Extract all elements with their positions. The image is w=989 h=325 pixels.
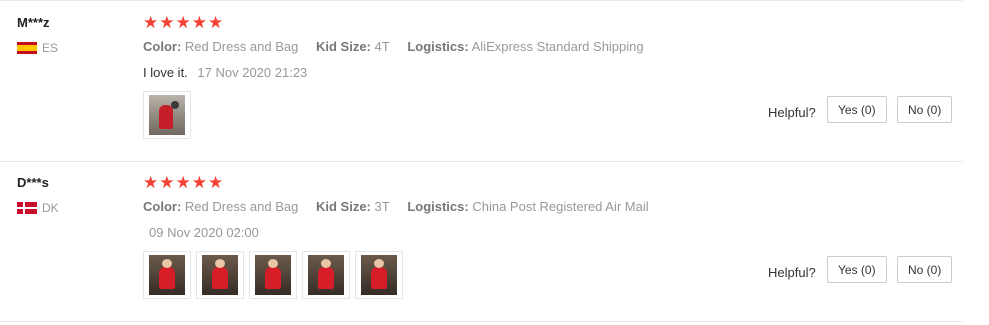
country-code: ES <box>42 41 59 55</box>
helpful-label: Helpful? <box>768 105 816 120</box>
photo-image <box>202 255 238 295</box>
review-comment-line: 09 Nov 2020 02:00 <box>143 225 259 240</box>
color-value: Red Dress and Bag <box>184 199 299 214</box>
color-label: Color: <box>143 39 182 54</box>
reviewer-name: D***s <box>17 175 49 190</box>
photo-image <box>361 255 397 295</box>
country-code: DK <box>42 201 59 215</box>
star-rating: ★★★★★ <box>143 173 225 192</box>
size-value: 3T <box>374 199 390 214</box>
review-item: D***s DK ★★★★★ Color: Red Dress and Bag … <box>0 161 962 322</box>
spain-flag-icon <box>17 42 37 54</box>
helpful-yes-button[interactable]: Yes (0) <box>827 256 887 283</box>
logistics-value: AliExpress Standard Shipping <box>471 39 644 54</box>
order-info: Color: Red Dress and Bag Kid Size: 4T Lo… <box>143 39 644 54</box>
review-photo-thumbnail[interactable] <box>143 251 191 299</box>
review-photo-thumbnail[interactable] <box>249 251 297 299</box>
reviewer-country: DK <box>17 201 59 215</box>
review-date: 17 Nov 2020 21:23 <box>197 65 308 80</box>
photo-image <box>255 255 291 295</box>
photo-image <box>149 255 185 295</box>
logistics-value: China Post Registered Air Mail <box>472 199 649 214</box>
logistics-label: Logistics: <box>407 199 469 214</box>
review-date: 09 Nov 2020 02:00 <box>149 225 259 240</box>
size-label: Kid Size: <box>315 199 371 214</box>
review-photo-thumbnail[interactable] <box>302 251 350 299</box>
photo-image <box>308 255 344 295</box>
review-comment-line: I love it. 17 Nov 2020 21:23 <box>143 65 307 80</box>
helpful-label: Helpful? <box>768 265 816 280</box>
color-label: Color: <box>143 199 182 214</box>
logistics-label: Logistics: <box>407 39 469 54</box>
color-value: Red Dress and Bag <box>184 39 299 54</box>
review-photos <box>143 91 191 139</box>
helpful-no-button[interactable]: No (0) <box>897 96 953 123</box>
order-info: Color: Red Dress and Bag Kid Size: 3T Lo… <box>143 199 649 214</box>
star-rating: ★★★★★ <box>143 13 225 32</box>
review-item: M***z ES ★★★★★ Color: Red Dress and Bag … <box>0 1 962 162</box>
helpful-yes-button[interactable]: Yes (0) <box>827 96 887 123</box>
size-label: Kid Size: <box>315 39 371 54</box>
denmark-flag-icon <box>17 202 37 214</box>
review-photo-thumbnail[interactable] <box>143 91 191 139</box>
review-photos <box>143 251 403 299</box>
photo-image <box>149 95 185 135</box>
helpful-no-button[interactable]: No (0) <box>897 256 953 283</box>
review-photo-thumbnail[interactable] <box>355 251 403 299</box>
review-text: I love it. <box>143 65 188 80</box>
reviewer-country: ES <box>17 41 58 55</box>
size-value: 4T <box>374 39 390 54</box>
review-photo-thumbnail[interactable] <box>196 251 244 299</box>
reviewer-name: M***z <box>17 15 50 30</box>
